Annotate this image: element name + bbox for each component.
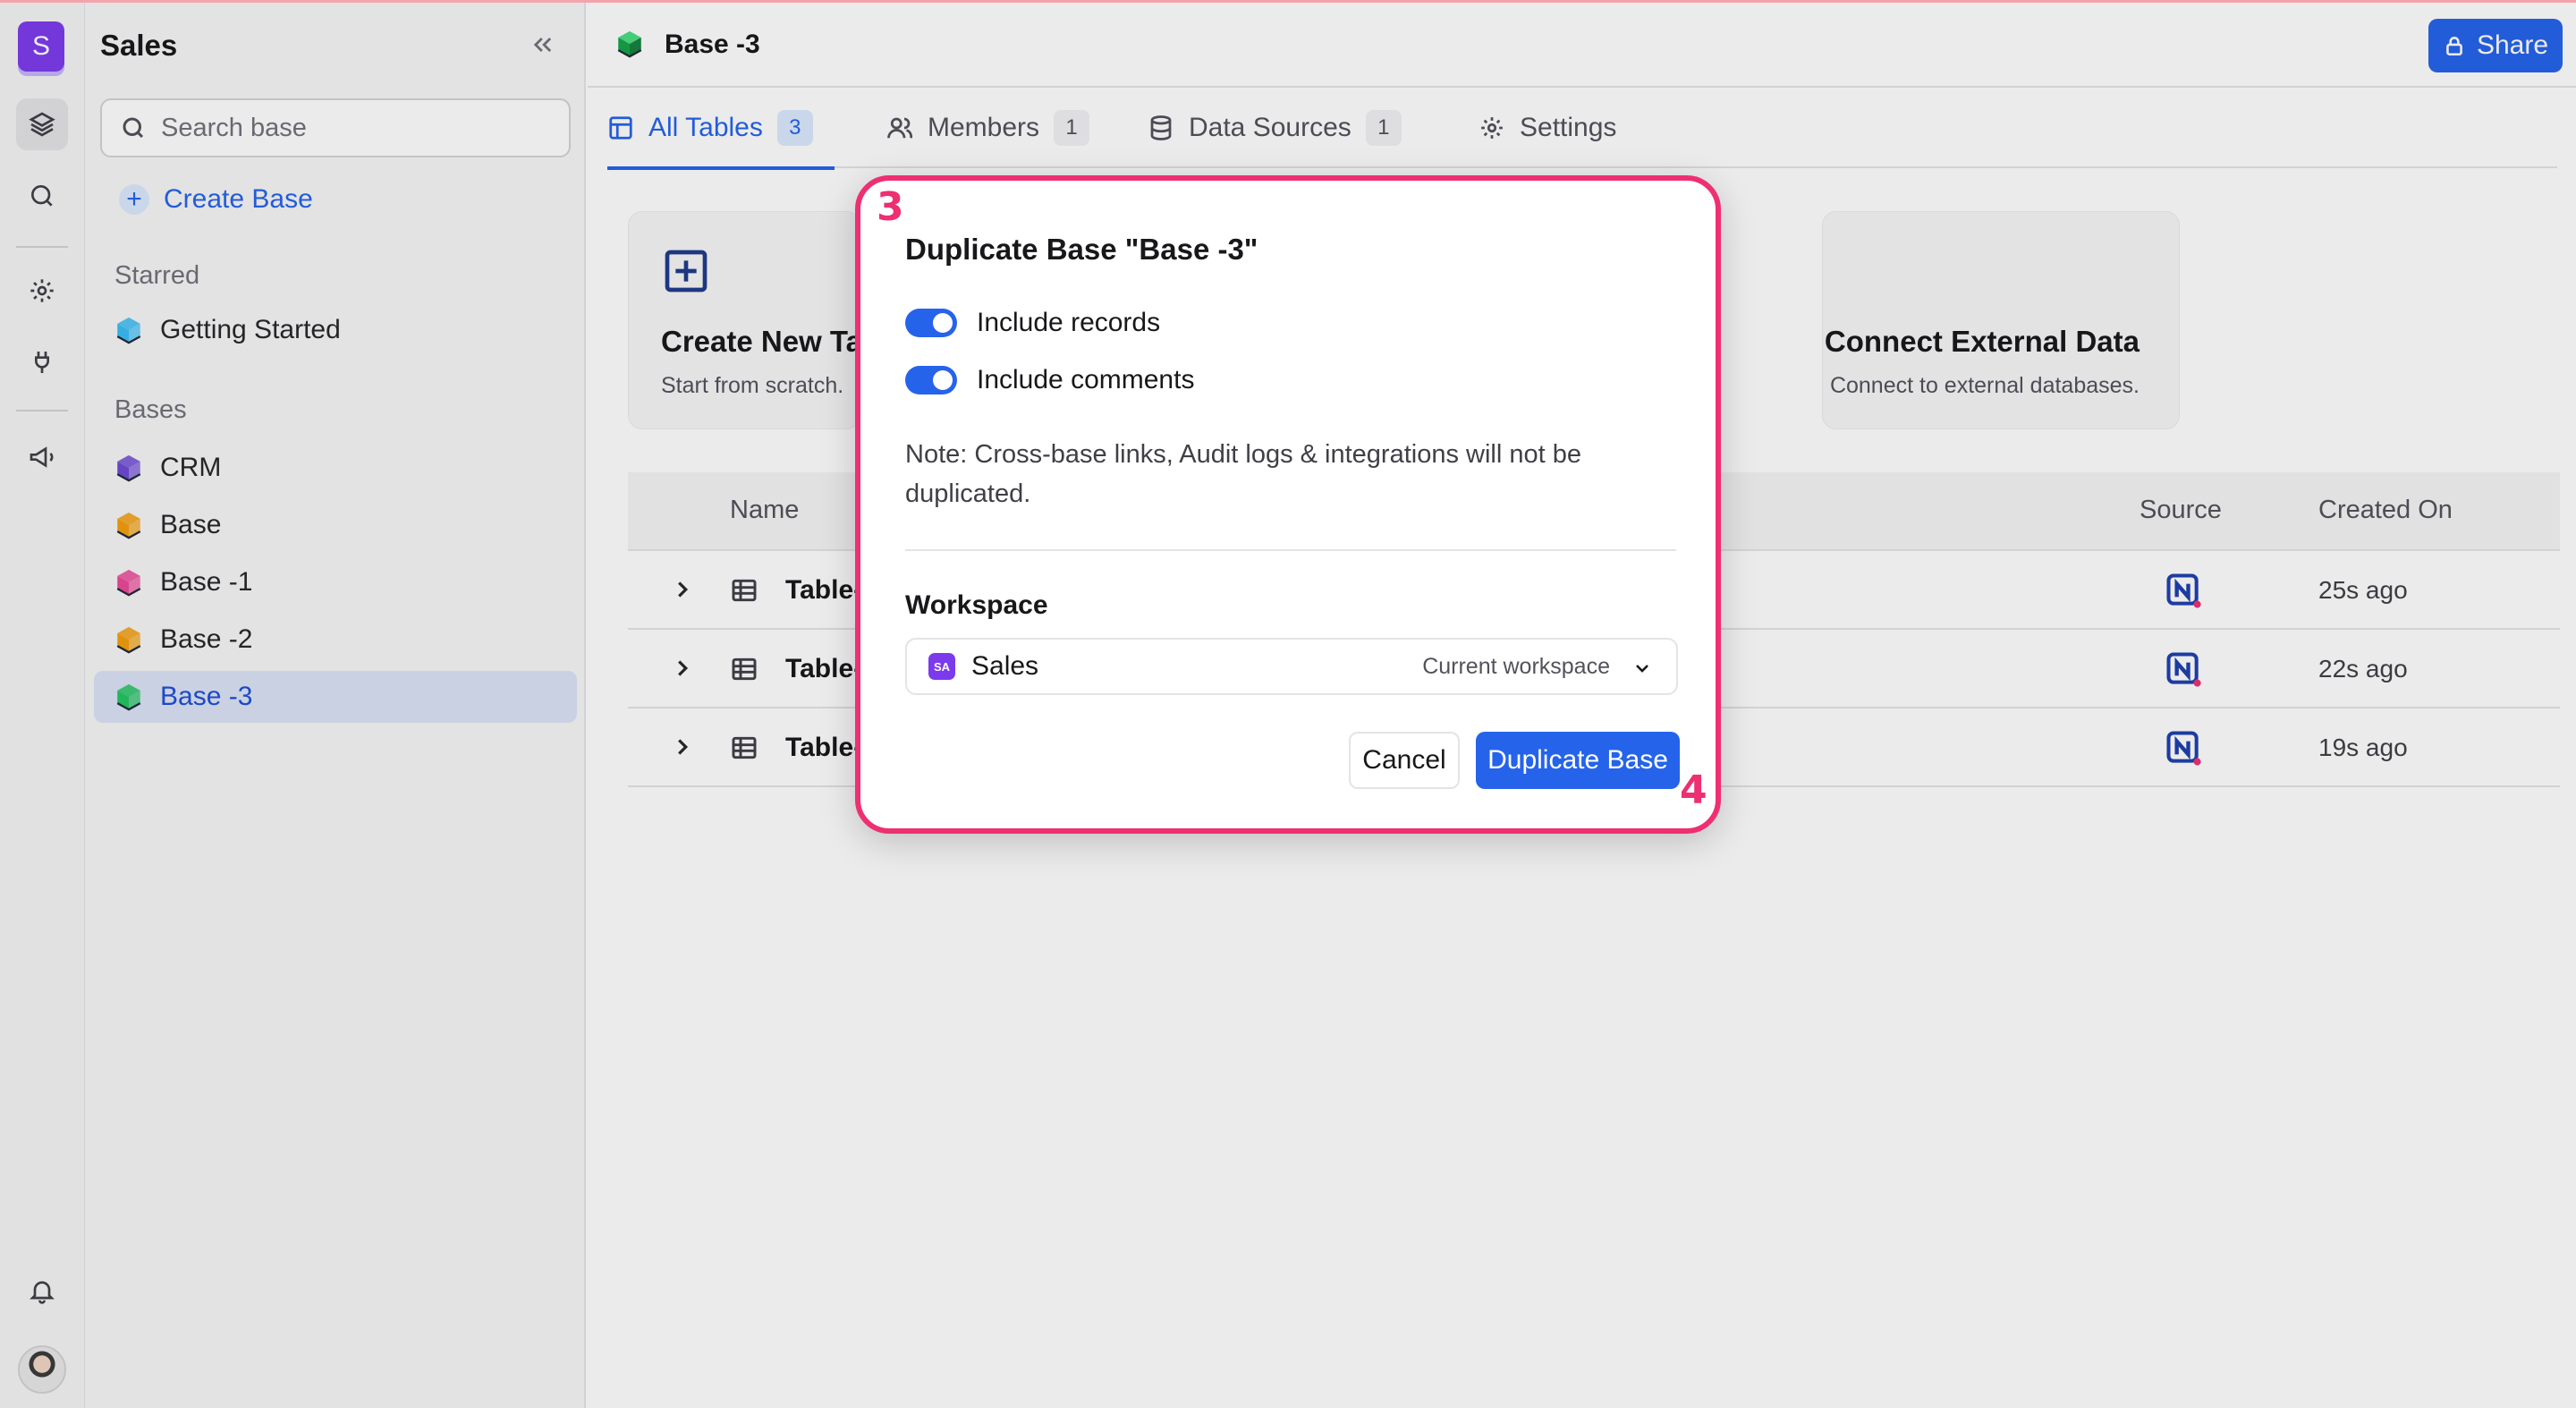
- include-comments-label: Include comments: [977, 365, 1195, 394]
- include-records-row: Include records: [905, 308, 1160, 338]
- duplicate-note: Note: Cross-base links, Audit logs & int…: [905, 440, 1581, 508]
- include-records-label: Include records: [977, 308, 1161, 337]
- workspace-label: Workspace: [905, 590, 1048, 620]
- dialog-divider: [905, 549, 1676, 551]
- workspace-name: Sales: [971, 651, 1039, 681]
- duplicate-base-dialog: 3 Duplicate Base "Base -3" Include recor…: [855, 175, 1721, 834]
- duplicate-base-button[interactable]: Duplicate Base: [1476, 732, 1680, 789]
- cancel-button[interactable]: Cancel: [1349, 732, 1460, 789]
- workspace-badge: SA: [928, 653, 955, 680]
- workspace-hint: Current workspace: [1422, 654, 1610, 679]
- highlight-border-top: [0, 0, 2576, 3]
- workspace-select[interactable]: SA Sales Current workspace: [905, 638, 1678, 695]
- include-records-toggle[interactable]: [905, 309, 957, 337]
- step-number-badge: 4: [1680, 768, 1707, 813]
- include-comments-toggle[interactable]: [905, 366, 957, 394]
- dialog-title: Duplicate Base "Base -3": [905, 233, 1258, 266]
- chevron-down-icon: [1636, 665, 1648, 673]
- step-number-badge: 3: [877, 184, 904, 230]
- include-comments-row: Include comments: [905, 365, 1194, 395]
